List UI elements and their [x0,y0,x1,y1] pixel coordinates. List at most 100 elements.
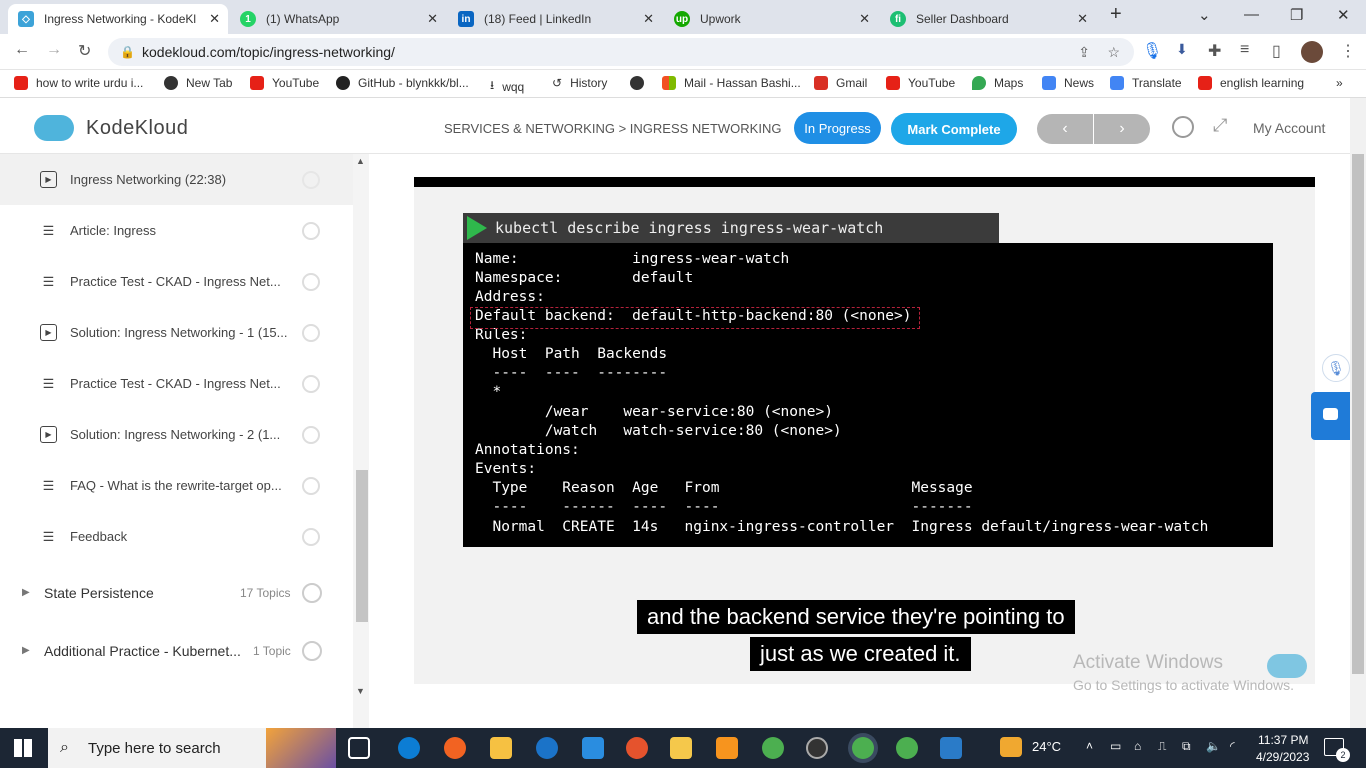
clock-date[interactable]: 4/29/2023 [1256,750,1309,764]
sidebar-scrollbar[interactable]: ▲ ▼ [353,154,369,728]
close-icon[interactable]: ✕ [1077,11,1088,27]
battery-icon[interactable]: ▭ [1110,739,1121,753]
status-circle-icon[interactable] [302,476,320,495]
scroll-down-icon[interactable]: ▼ [356,686,365,696]
tab-seller-dashboard[interactable]: fi Seller Dashboard ✕ [880,4,1096,34]
bookmark-item[interactable]: how to write urdu i... [14,76,143,90]
menu-dots-icon[interactable]: ⋮ [1340,41,1356,61]
next-button[interactable]: › [1094,114,1150,144]
star-icon[interactable]: ☆ [1107,44,1120,61]
chevron-down-icon[interactable]: ⌄ [1198,6,1211,24]
voice-assistant-icon[interactable]: 🎙 [1322,354,1350,382]
close-window-icon[interactable]: ✕ [1337,6,1350,24]
avatar[interactable] [1301,41,1323,63]
more-bookmarks-icon[interactable]: » [1336,76,1343,90]
close-icon[interactable]: ✕ [427,11,438,27]
share-icon[interactable]: ⇪ [1078,44,1090,61]
bookmark-item[interactable]: Mail - Hassan Bashi... [662,76,801,90]
status-circle-icon[interactable] [302,583,322,603]
chat-widget-button[interactable] [1311,392,1350,440]
list-item[interactable]: ☰ Article: Ingress [0,205,353,256]
chrome-profile-icon[interactable] [896,737,918,759]
mail-icon[interactable] [582,737,604,759]
mic-icon[interactable]: 🎙 [1142,41,1162,61]
forward-arrow-icon[interactable]: → [46,41,62,59]
chrome-icon[interactable] [762,737,784,759]
status-circle-icon[interactable] [302,374,320,393]
store-icon[interactable] [490,737,512,759]
prev-button[interactable]: ‹ [1037,114,1093,144]
page-scrollbar-thumb[interactable] [1352,154,1364,674]
dark-mode-icon[interactable] [1172,116,1194,138]
status-circle-icon[interactable] [302,425,320,444]
bookmark-item[interactable]: ↺ History [552,76,607,90]
close-icon[interactable]: ✕ [643,11,654,27]
list-item[interactable]: ☰ FAQ - What is the rewrite-target op... [0,460,353,511]
file-explorer-icon[interactable] [670,737,692,759]
bookmark-item[interactable]: Maps [972,76,1023,90]
close-icon[interactable]: ✕ [859,11,870,27]
usb-icon[interactable]: ⎍ [1158,739,1166,754]
bookmark-item[interactable] [630,76,652,90]
firefox-icon[interactable] [444,737,466,759]
clock-time[interactable]: 11:37 PM [1258,733,1308,747]
edge-icon[interactable] [398,737,420,759]
chrome-active-icon[interactable] [852,737,874,759]
close-icon[interactable]: ✕ [209,11,220,27]
bookmark-item[interactable]: english learning [1198,76,1304,90]
bookmark-item[interactable]: ⭳ wqq [490,76,524,97]
app-icon[interactable] [626,737,648,759]
bookmark-item[interactable]: YouTube [250,76,319,90]
photos-icon[interactable] [940,737,962,759]
bookmark-item[interactable]: Gmail [814,76,867,90]
volume-icon[interactable]: 🔈 [1206,739,1221,753]
wifi-icon[interactable]: ◜ [1230,739,1235,753]
media-list-icon[interactable]: ≡ [1240,41,1249,59]
show-hidden-icons[interactable]: ˄ [1086,739,1093,753]
list-item[interactable]: ☰ Feedback [0,511,353,562]
status-badge[interactable]: In Progress [794,112,881,144]
list-item[interactable]: ▶ Solution: Ingress Networking - 2 (1... [0,409,353,460]
sidebar-scrollbar-thumb[interactable] [356,470,368,622]
obs-icon[interactable] [806,737,828,759]
section-additional-practice[interactable]: ▶ Additional Practice - Kubernet... 1 To… [0,622,353,680]
new-tab-button[interactable]: + [1110,3,1122,26]
tab-linkedin[interactable]: in (18) Feed | LinkedIn ✕ [448,4,662,34]
windows-start-icon[interactable] [14,739,32,757]
list-item[interactable]: ☰ Practice Test - CKAD - Ingress Net... [0,256,353,307]
bookmark-item[interactable]: GitHub - blynkkk/bl... [336,76,469,90]
scroll-up-icon[interactable]: ▲ [356,156,365,166]
list-item[interactable]: ▶ Ingress Networking (22:38) [0,154,353,205]
reload-icon[interactable]: ↻ [78,41,91,61]
status-circle-icon[interactable] [302,527,320,546]
status-circle-icon[interactable] [302,323,320,342]
minimize-icon[interactable]: — [1244,6,1259,23]
taskbar-search-field[interactable]: ⌕ Type here to search [48,728,336,768]
tab-whatsapp[interactable]: 1 (1) WhatsApp ✕ [230,4,446,34]
weather-icon[interactable] [1000,737,1022,757]
network-icon[interactable]: ⌂ [1134,739,1141,753]
settings-app-icon[interactable] [716,737,738,759]
bookmark-item[interactable]: Translate [1110,76,1182,90]
display-icon[interactable]: ⧉ [1182,739,1191,754]
tab-upwork[interactable]: up Upwork ✕ [664,4,878,34]
list-item[interactable]: ☰ Practice Test - CKAD - Ingress Net... [0,358,353,409]
temperature[interactable]: 24°C [1032,739,1061,754]
status-circle-icon[interactable] [302,170,320,189]
bookmark-item[interactable]: News [1042,76,1094,90]
status-circle-icon[interactable] [302,641,322,661]
status-circle-icon[interactable] [302,272,320,291]
breadcrumb[interactable]: SERVICES & NETWORKING > INGRESS NETWORKI… [444,121,781,136]
sidepanel-icon[interactable]: ▯ [1272,41,1281,61]
restore-icon[interactable]: ❐ [1290,6,1303,24]
list-item[interactable]: ▶ Solution: Ingress Networking - 1 (15..… [0,307,353,358]
bookmark-item[interactable]: New Tab [164,76,232,90]
section-state-persistence[interactable]: ▶ State Persistence 17 Topics [0,564,353,622]
back-arrow-icon[interactable]: ← [14,41,30,59]
my-account-link[interactable]: My Account [1253,120,1325,136]
status-circle-icon[interactable] [302,221,320,240]
puzzle-icon[interactable]: ✚ [1208,41,1221,61]
url-field[interactable]: 🔒 kodekloud.com/topic/ingress-networking… [108,38,1134,66]
tab-kodekloud[interactable]: ◇ Ingress Networking - KodeKl ✕ [8,4,228,34]
mark-complete-button[interactable]: Mark Complete [891,113,1017,145]
